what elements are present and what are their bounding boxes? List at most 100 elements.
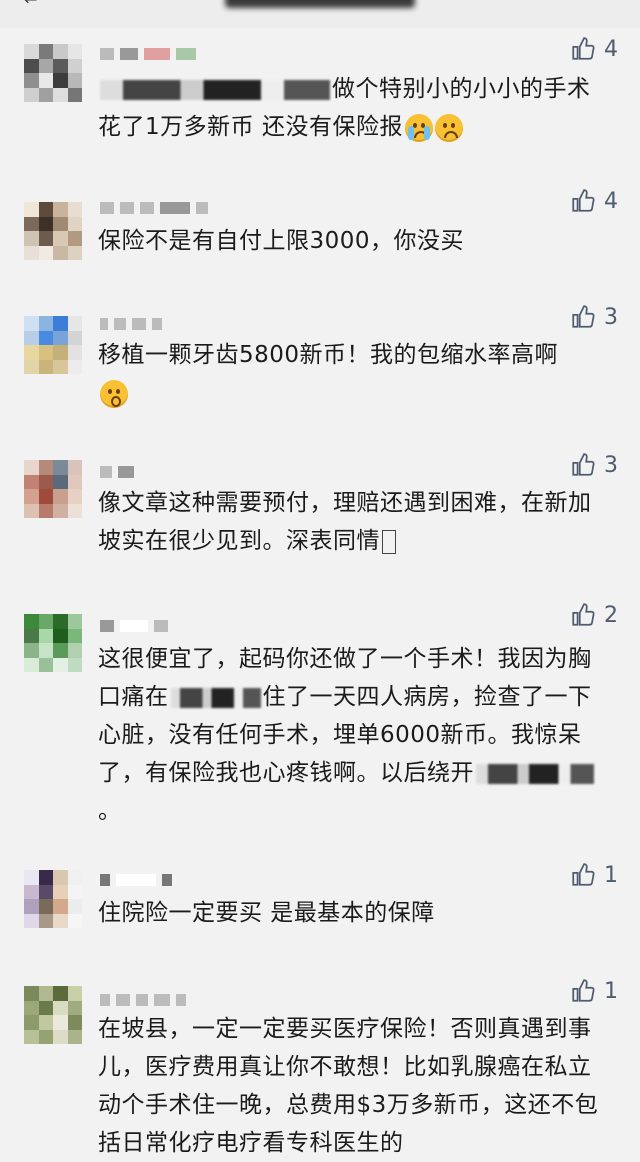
avatar-pixel xyxy=(38,628,53,643)
avatar-pixel xyxy=(53,460,68,475)
avatar-pixel xyxy=(67,1015,82,1030)
like-button[interactable]: 1 xyxy=(570,862,618,888)
avatar[interactable] xyxy=(24,316,82,374)
avatar-pixel xyxy=(38,231,53,246)
avatar-pixel xyxy=(24,628,39,643)
like-count: 4 xyxy=(604,188,618,214)
avatar-pixel xyxy=(67,44,82,59)
avatar-pixel xyxy=(67,1029,82,1044)
thumbs-up-icon xyxy=(572,453,595,476)
avatar-pixel xyxy=(53,474,68,489)
avatar-pixel xyxy=(24,489,39,504)
avatar[interactable] xyxy=(24,460,82,518)
avatar-pixel xyxy=(53,986,68,1001)
avatar-pixel xyxy=(38,870,53,885)
avatar-pixel xyxy=(67,614,82,629)
avatar-pixel xyxy=(24,474,39,489)
top-bar: ← xyxy=(0,0,640,28)
avatar-pixel xyxy=(53,44,68,59)
avatar-pixel xyxy=(38,73,53,88)
like-button[interactable]: 1 xyxy=(570,978,618,1004)
like-button[interactable]: 3 xyxy=(570,452,618,478)
redacted-text xyxy=(170,687,261,708)
avatar-pixel xyxy=(67,899,82,914)
thumbs-up-icon xyxy=(572,305,595,328)
avatar-pixel xyxy=(38,1000,53,1015)
avatar-pixel xyxy=(38,330,53,345)
avatar-pixel xyxy=(67,202,82,217)
avatar-pixel xyxy=(38,316,53,331)
crying-emoji-icon xyxy=(404,113,433,142)
comment-item: 2 这很便宜了，起码你还做了一个手术！我因为胸口痛在 住了一天四人病房，捡查了一下… xyxy=(0,600,640,830)
comment-item: 3 移植一颗牙齿5800新币！我的包缩水率高啊 xyxy=(0,304,640,444)
avatar-pixel xyxy=(24,899,39,914)
avatar-pixel xyxy=(24,870,39,885)
avatar-pixel xyxy=(24,330,39,345)
like-button[interactable]: 4 xyxy=(570,36,618,62)
avatar-pixel xyxy=(53,489,68,504)
avatar-pixel xyxy=(53,316,68,331)
comment-text: 像文章这种需要预付，理赔还遇到困难，在新加坡实在很少见到。深表同情 xyxy=(98,490,592,554)
avatar-pixel xyxy=(24,503,39,518)
avatar-pixel xyxy=(67,1000,82,1015)
avatar-pixel xyxy=(38,657,53,672)
avatar-pixel xyxy=(53,657,68,672)
avatar-pixel xyxy=(67,986,82,1001)
avatar-pixel xyxy=(53,345,68,360)
avatar[interactable] xyxy=(24,986,82,1044)
avatar-pixel xyxy=(67,870,82,885)
like-count: 1 xyxy=(604,978,618,1004)
avatar-pixel xyxy=(53,870,68,885)
like-button[interactable]: 3 xyxy=(570,304,618,330)
avatar-pixel xyxy=(24,884,39,899)
back-icon[interactable]: ← xyxy=(24,0,46,9)
comment-text: 住院险一定要买 是最基本的保障 xyxy=(98,900,435,926)
avatar-pixel xyxy=(38,474,53,489)
avatar-pixel xyxy=(67,58,82,73)
avatar-pixel xyxy=(38,503,53,518)
comment-item: 3 像文章这种需要预付，理赔还遇到困难，在新加坡实在很少见到。深表同情 xyxy=(0,452,640,592)
avatar-pixel xyxy=(38,1029,53,1044)
avatar-pixel xyxy=(38,986,53,1001)
avatar-pixel xyxy=(53,628,68,643)
avatar-pixel xyxy=(67,643,82,658)
avatar-pixel xyxy=(24,231,39,246)
avatar-pixel xyxy=(38,202,53,217)
commenter-name-obscured xyxy=(100,46,196,62)
avatar-pixel xyxy=(67,913,82,928)
avatar-pixel xyxy=(24,345,39,360)
avatar-pixel xyxy=(24,986,39,1001)
avatar-pixel xyxy=(53,1029,68,1044)
like-count: 4 xyxy=(604,36,618,62)
avatar-pixel xyxy=(38,87,53,102)
avatar-pixel xyxy=(53,330,68,345)
avatar-pixel xyxy=(67,330,82,345)
like-count: 3 xyxy=(604,304,618,330)
commenter-name-obscured xyxy=(100,872,172,888)
comment-text: 做个特别小的小小的手术 花了1万多新币 还没有保险报 xyxy=(98,76,591,142)
avatar-pixel xyxy=(38,58,53,73)
avatar[interactable] xyxy=(24,44,82,102)
redacted-text xyxy=(100,79,330,100)
comment-text: 保险不是有自付上限3000，你没买 xyxy=(98,228,465,254)
avatar-pixel xyxy=(53,1015,68,1030)
avatar-pixel xyxy=(24,245,39,260)
comment-text: 这很便宜了，起码你还做了一个手术！我因为胸口痛在 住了一天四人病房，捡查了一下心脏… xyxy=(98,640,613,830)
commenter-name-obscured xyxy=(100,992,186,1008)
comment-item: 1 在坡县，一定一定要买医疗保险！否则真遇到事儿，医疗费用真让你不敢想！比如乳腺… xyxy=(0,976,640,1156)
avatar-pixel xyxy=(53,58,68,73)
avatar-pixel xyxy=(24,316,39,331)
like-button[interactable]: 2 xyxy=(570,602,618,628)
missing-glyph-icon xyxy=(382,529,396,554)
avatar-pixel xyxy=(38,489,53,504)
avatar[interactable] xyxy=(24,614,82,672)
avatar-pixel xyxy=(53,73,68,88)
avatar[interactable] xyxy=(24,202,82,260)
like-button[interactable]: 4 xyxy=(570,188,618,214)
avatar-pixel xyxy=(53,913,68,928)
avatar-pixel xyxy=(24,359,39,374)
avatar-pixel xyxy=(38,913,53,928)
avatar[interactable] xyxy=(24,870,82,928)
avatar-pixel xyxy=(67,884,82,899)
avatar-pixel xyxy=(53,643,68,658)
